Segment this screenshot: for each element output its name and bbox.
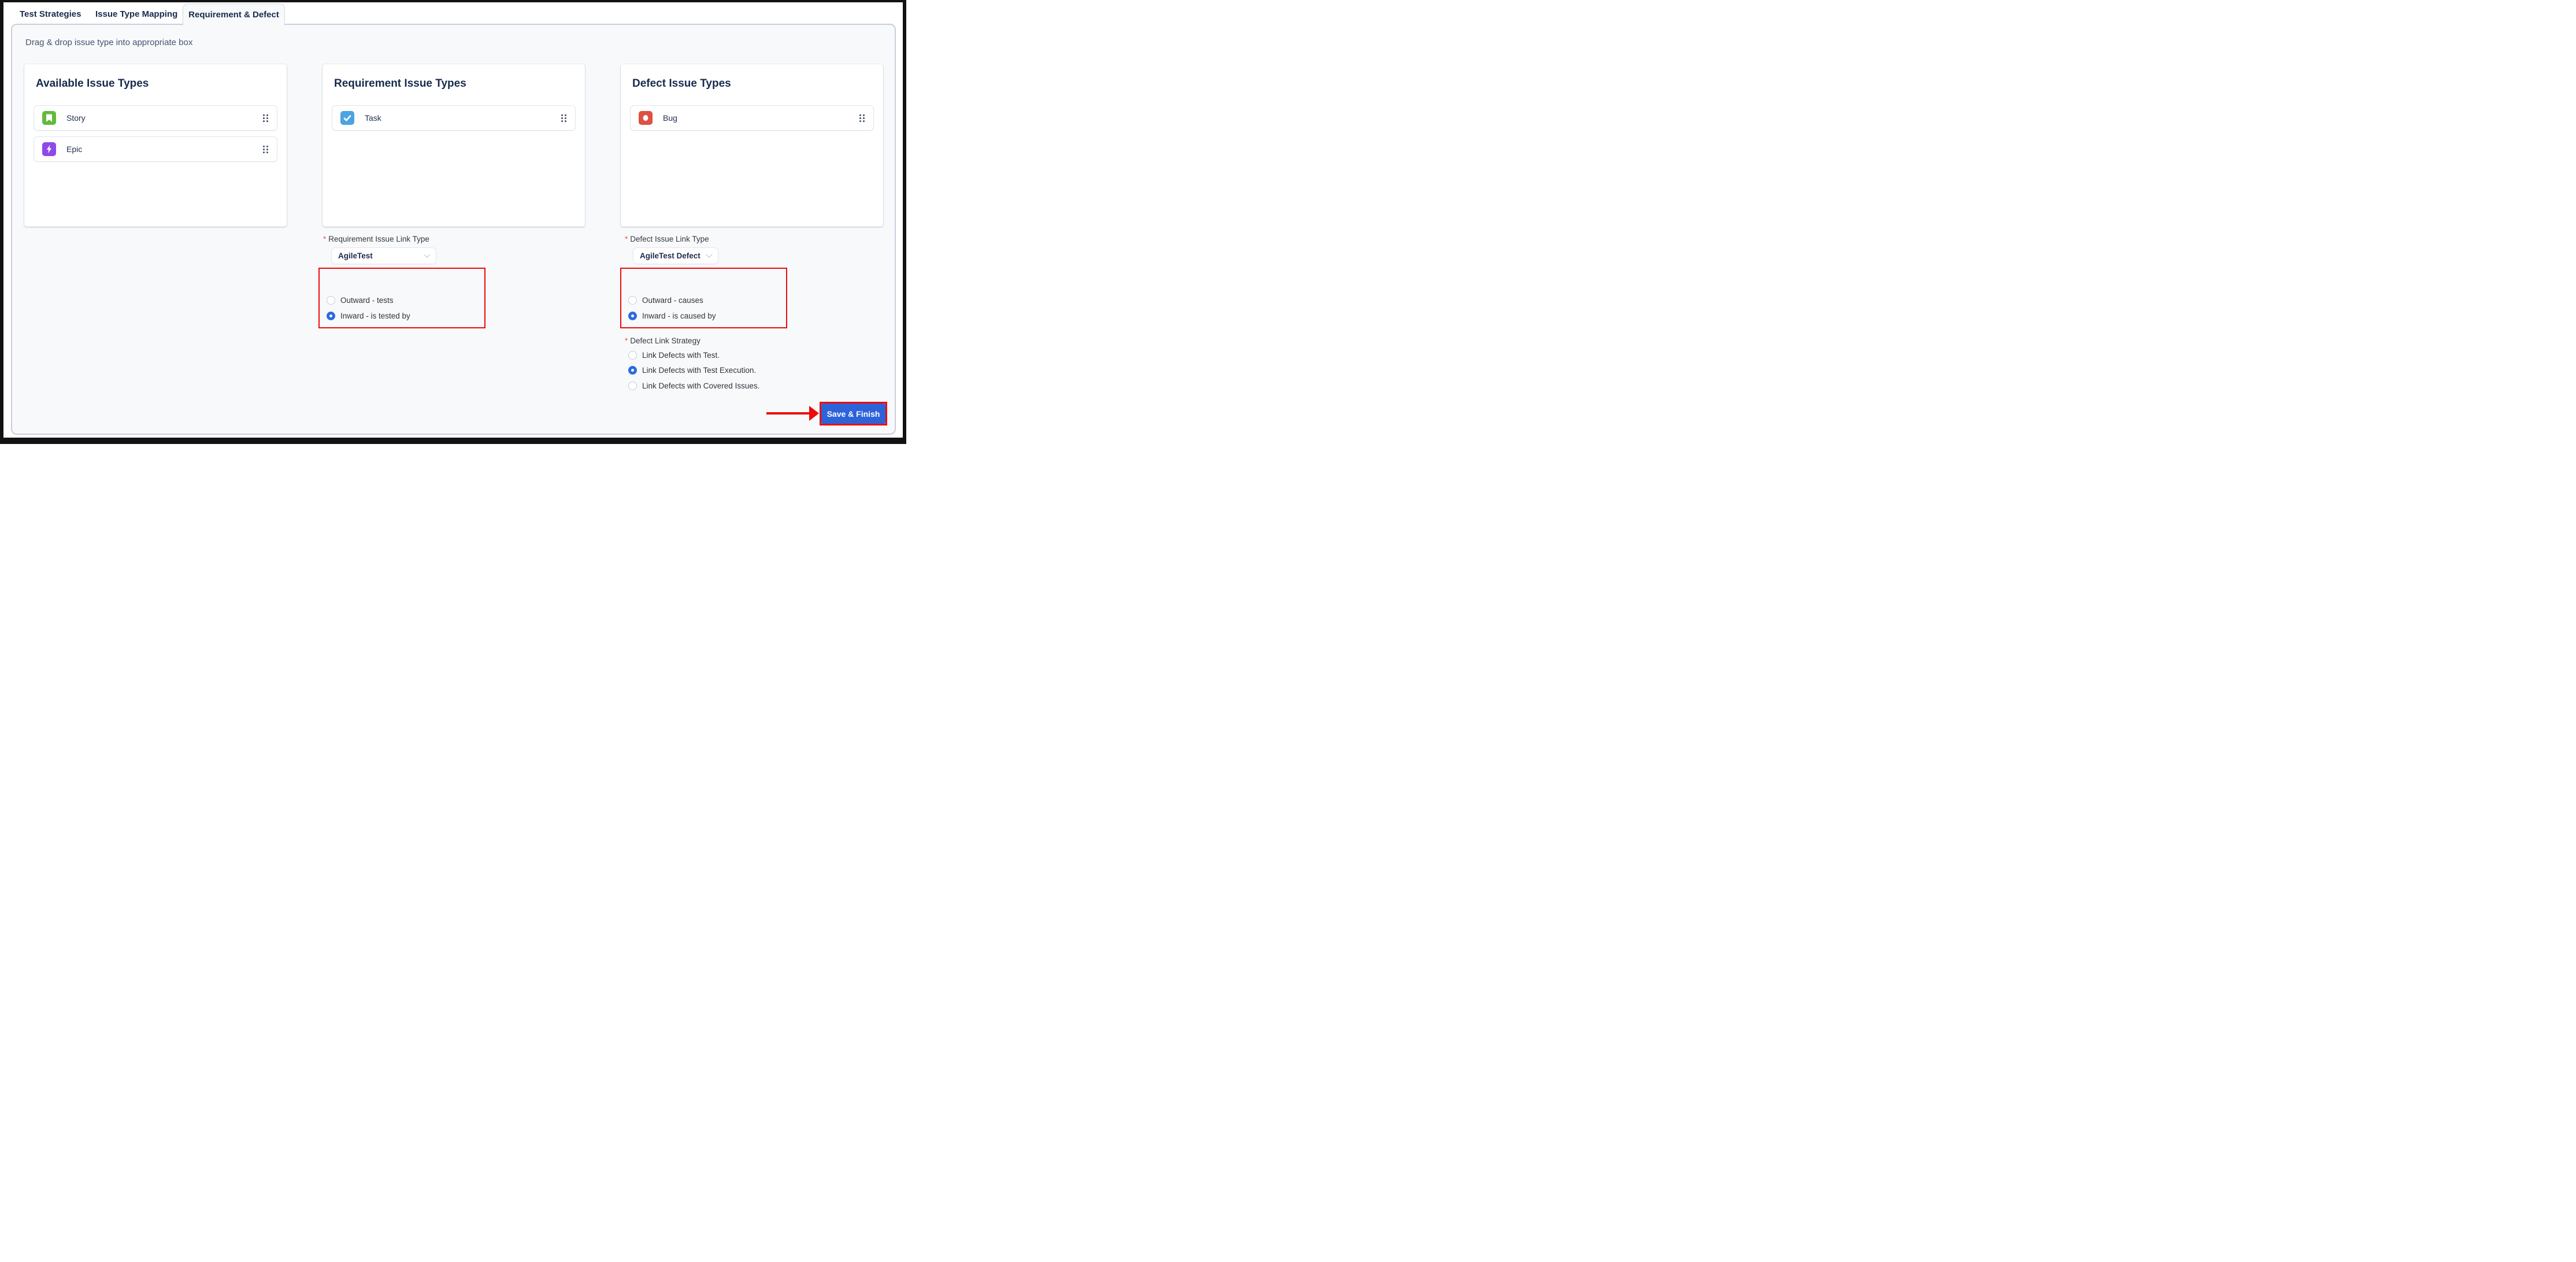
annotation-box-save-button: Save & Finish: [820, 402, 887, 425]
requirement-link-type-label: * Requirement Issue Link Type: [323, 235, 429, 243]
radio-circle: [628, 366, 637, 375]
radio-label: Link Defects with Covered Issues.: [642, 382, 759, 390]
drag-handle-icon[interactable]: [859, 114, 865, 123]
screenshot-frame: Test Strategies Issue Type Mapping Requi…: [0, 0, 906, 444]
board-title: Requirement Issue Types: [334, 77, 576, 90]
radio-label: Link Defects with Test.: [642, 351, 720, 360]
drag-handle-icon[interactable]: [262, 114, 269, 123]
issue-label: Epic: [66, 145, 82, 154]
board-requirement-issue-types: Requirement Issue Types Task: [323, 64, 585, 227]
issue-item-epic[interactable]: Epic: [34, 136, 277, 162]
issue-item-story[interactable]: Story: [34, 105, 277, 131]
radio-circle: [628, 351, 637, 360]
chevron-down-icon: [424, 251, 430, 257]
issue-list: Story Epic: [34, 105, 277, 162]
radio-link-defects-with-test[interactable]: Link Defects with Test.: [628, 351, 720, 360]
label-text: Defect Issue Link Type: [630, 235, 709, 243]
required-asterisk: *: [323, 235, 326, 243]
issue-item-task[interactable]: Task: [332, 105, 576, 131]
issue-item-bug[interactable]: Bug: [630, 105, 874, 131]
label-text: Requirement Issue Link Type: [328, 235, 429, 243]
annotation-box-defect-direction: [620, 268, 787, 328]
annotation-box-requirement-direction: [318, 268, 485, 328]
epic-icon: [42, 142, 56, 156]
instruction-text: Drag & drop issue type into appropriate …: [25, 38, 192, 47]
issue-label: Task: [365, 113, 381, 123]
tab-issue-type-mapping[interactable]: Issue Type Mapping: [95, 2, 177, 25]
board-available-issue-types: Available Issue Types Story Epic: [24, 64, 287, 227]
board-title: Available Issue Types: [36, 77, 277, 90]
defect-link-strategy-label: * Defect Link Strategy: [625, 336, 700, 345]
radio-link-defects-with-covered-issues[interactable]: Link Defects with Covered Issues.: [628, 382, 759, 390]
select-value: AgileTest: [338, 251, 373, 260]
radio-circle: [628, 382, 637, 390]
defect-link-type-select[interactable]: AgileTest Defect: [633, 247, 718, 264]
chevron-down-icon: [706, 251, 712, 257]
annotation-arrow-head: [809, 406, 819, 421]
select-value: AgileTest Defect: [640, 251, 700, 260]
board-defect-issue-types: Defect Issue Types Bug: [621, 64, 883, 227]
tab-requirement-and-defect[interactable]: Requirement & Defect: [183, 3, 285, 25]
radio-link-defects-with-test-execution[interactable]: Link Defects with Test Execution.: [628, 366, 756, 375]
issue-label: Bug: [663, 113, 677, 123]
task-icon: [340, 111, 354, 125]
issue-label: Story: [66, 113, 86, 123]
requirement-link-type-select[interactable]: AgileTest: [331, 247, 436, 264]
annotation-arrow-line: [766, 412, 810, 415]
issue-list: Bug: [630, 105, 874, 131]
story-icon: [42, 111, 56, 125]
defect-link-type-label: * Defect Issue Link Type: [625, 235, 709, 243]
required-asterisk: *: [625, 235, 628, 243]
issue-type-boards: Available Issue Types Story Epic: [24, 64, 883, 227]
drag-handle-icon[interactable]: [262, 145, 269, 154]
board-title: Defect Issue Types: [632, 77, 874, 90]
bug-icon: [639, 111, 653, 125]
issue-list: Task: [332, 105, 576, 131]
tab-test-strategies[interactable]: Test Strategies: [20, 2, 81, 25]
drag-handle-icon[interactable]: [561, 114, 567, 123]
radio-label: Link Defects with Test Execution.: [642, 366, 756, 375]
label-text: Defect Link Strategy: [630, 336, 700, 345]
save-and-finish-button[interactable]: Save & Finish: [821, 404, 885, 424]
required-asterisk: *: [625, 336, 628, 345]
